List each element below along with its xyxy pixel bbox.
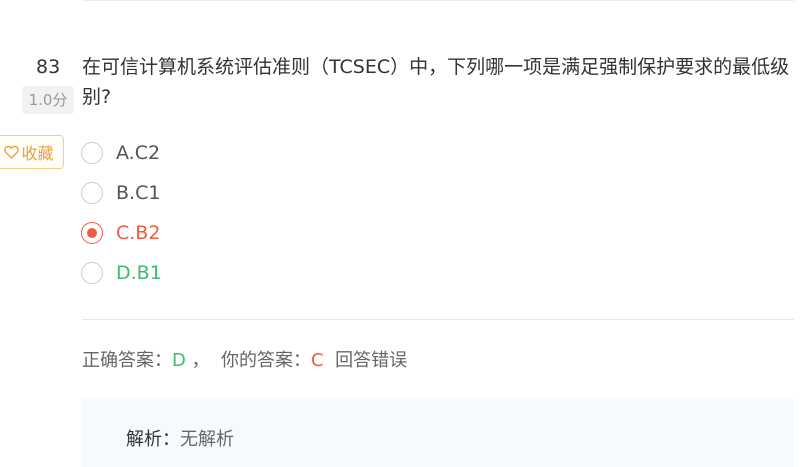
option-label: D.B1 bbox=[116, 262, 162, 284]
analysis-value: 无解析 bbox=[180, 429, 234, 450]
answer-summary: 正确答案：D ， 你的答案：C 回答错误 bbox=[82, 346, 407, 372]
answer-separator: ， bbox=[185, 350, 222, 371]
radio-checked-icon[interactable] bbox=[81, 222, 103, 244]
option-label: B.C1 bbox=[116, 182, 161, 204]
option-label: A.C2 bbox=[116, 142, 161, 164]
analysis-panel: 解析：无解析 bbox=[82, 398, 794, 467]
option-b[interactable]: B.C1 bbox=[81, 180, 160, 206]
radio-unchecked-icon[interactable] bbox=[81, 142, 103, 164]
option-d[interactable]: D.B1 bbox=[81, 260, 162, 286]
question-text: 在可信计算机系统评估准则（TCSEC）中，下列哪一项是满足强制保护要求的最低级别… bbox=[82, 56, 790, 108]
option-c[interactable]: C.B2 bbox=[81, 220, 160, 246]
option-a[interactable]: A.C2 bbox=[81, 140, 160, 166]
radio-unchecked-icon[interactable] bbox=[81, 182, 103, 204]
correct-answer-label: 正确答案： bbox=[82, 350, 172, 371]
your-answer-value: C bbox=[311, 350, 324, 371]
top-divider bbox=[82, 0, 794, 1]
heart-icon bbox=[4, 145, 20, 159]
question-score-badge: 1.0分 bbox=[22, 86, 74, 114]
analysis-text: 解析：无解析 bbox=[126, 425, 234, 451]
option-label: C.B2 bbox=[116, 222, 161, 244]
favorite-button[interactable]: 收藏 bbox=[0, 135, 64, 169]
your-answer-label: 你的答案： bbox=[221, 350, 312, 371]
correct-answer-value: D bbox=[172, 350, 186, 371]
question-number: 83 bbox=[36, 56, 61, 78]
section-divider bbox=[82, 319, 794, 320]
favorite-label: 收藏 bbox=[21, 144, 54, 163]
radio-unchecked-icon[interactable] bbox=[81, 262, 103, 284]
answer-status: 回答错误 bbox=[335, 350, 408, 371]
analysis-label: 解析： bbox=[126, 429, 180, 450]
